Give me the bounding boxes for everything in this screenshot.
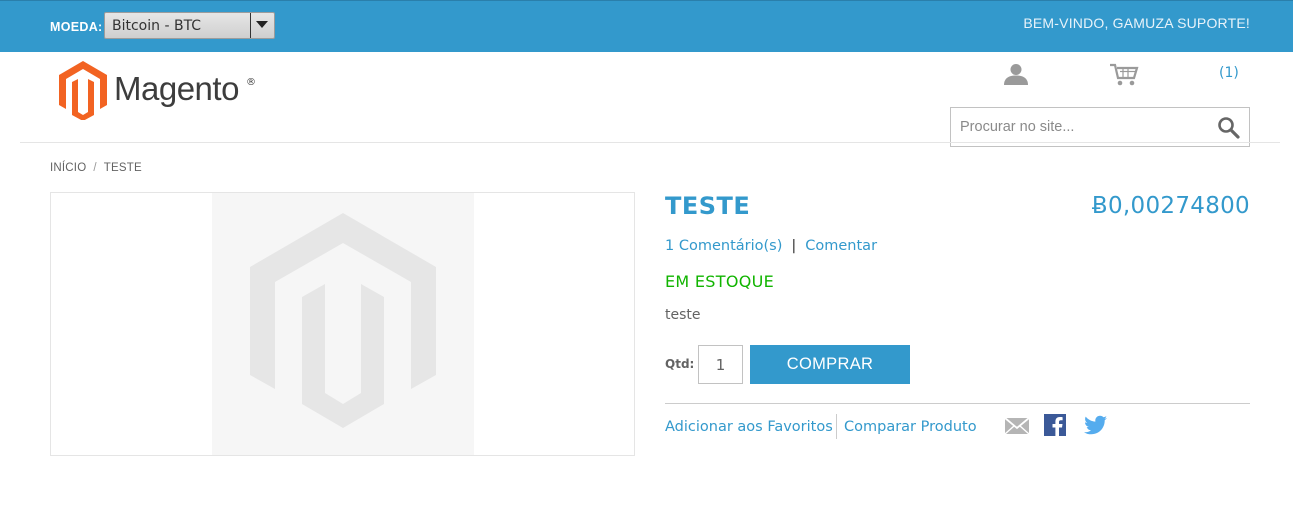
header-divider (20, 142, 1280, 143)
chevron-down-icon[interactable] (250, 13, 274, 38)
share-twitter-button[interactable] (1084, 415, 1108, 439)
search-button[interactable] (1217, 116, 1241, 140)
user-icon (1004, 64, 1028, 85)
search-icon (1218, 117, 1240, 139)
actions-divider-line (665, 403, 1250, 404)
reviews-link[interactable]: 1 Comentário(s) (665, 238, 782, 254)
currency-select[interactable]: Bitcoin - BTC (104, 12, 275, 39)
email-icon (1004, 417, 1030, 435)
facebook-icon (1044, 414, 1066, 436)
top-bar: MOEDA: Bitcoin - BTC BEM-VINDO, GAMUZA S… (0, 0, 1293, 52)
compare-product-link[interactable]: Comparar Produto (844, 419, 977, 435)
account-button[interactable] (1003, 63, 1029, 89)
reviews-separator: | (791, 238, 797, 254)
twitter-icon (1084, 415, 1107, 435)
magento-logo[interactable]: Magento ® (58, 60, 258, 120)
add-to-wishlist-link[interactable]: Adicionar aos Favoritos (665, 419, 833, 435)
image-placeholder (212, 193, 474, 455)
product-title: TESTE (665, 192, 751, 220)
qty-input[interactable] (698, 345, 743, 384)
welcome-message: BEM-VINDO, GAMUZA SUPORTE! (1023, 15, 1250, 31)
cart-icon (1110, 63, 1139, 86)
breadcrumb-separator: / (93, 162, 97, 174)
breadcrumb: INÍCIO / TESTE (50, 162, 142, 174)
product-price: Ƀ0,00274800 (1091, 193, 1250, 219)
search-input[interactable] (952, 109, 1212, 145)
stock-status: EM ESTOQUE (665, 272, 775, 291)
qty-label: Qtd: (665, 357, 695, 371)
product-image[interactable] (50, 192, 635, 456)
magento-placeholder-icon (250, 213, 436, 428)
add-review-link[interactable]: Comentar (805, 238, 877, 254)
search-box (950, 107, 1250, 147)
currency-selected-value: Bitcoin - BTC (112, 18, 202, 34)
logo-wordmark: Magento (114, 70, 239, 107)
breadcrumb-home[interactable]: INÍCIO (50, 162, 86, 174)
magento-logo-icon (59, 61, 107, 120)
breadcrumb-current: TESTE (103, 162, 142, 174)
short-description: teste (665, 307, 701, 323)
actions-separator (836, 414, 837, 439)
share-facebook-button[interactable] (1044, 414, 1066, 440)
reviews-bar: 1 Comentário(s) | Comentar (665, 238, 877, 254)
share-email-button[interactable] (1004, 416, 1030, 440)
logo-registered-mark: ® (246, 77, 256, 88)
add-to-cart-button[interactable]: COMPRAR (750, 345, 910, 384)
cart-button[interactable] (1109, 63, 1139, 91)
cart-count[interactable]: (1) (1219, 65, 1239, 81)
currency-label: MOEDA: (50, 20, 103, 34)
